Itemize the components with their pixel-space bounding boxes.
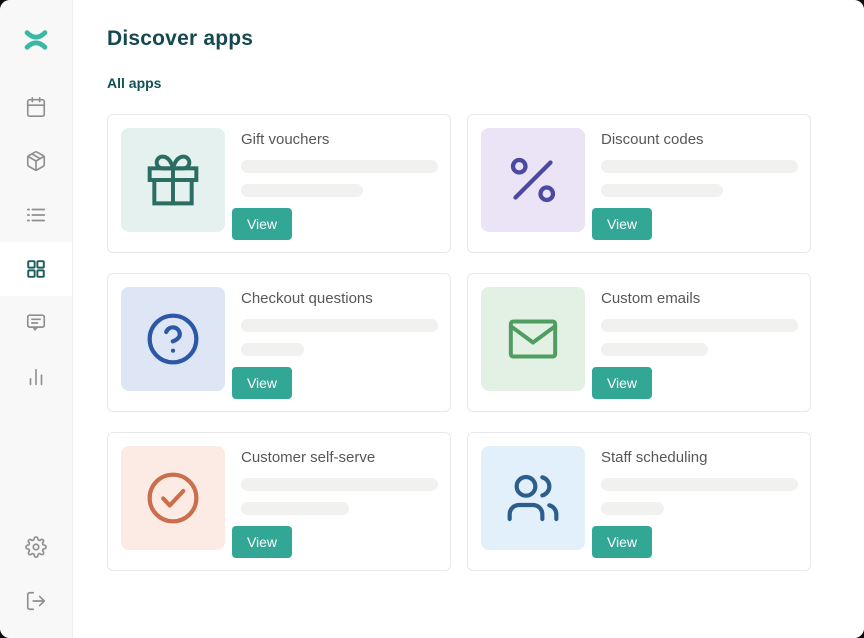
placeholder-bar (601, 478, 798, 491)
placeholder-bar (241, 319, 438, 332)
brand-x-logo-icon (21, 27, 51, 53)
apps-grid: Gift vouchers View Discount codes (107, 114, 864, 571)
logout-icon (25, 590, 47, 612)
app-card-title: Gift vouchers (232, 131, 438, 149)
question-circle-icon (145, 311, 201, 367)
app-card-title: Discount codes (592, 131, 798, 149)
app-icon-tile (481, 446, 585, 550)
check-circle-icon (145, 470, 201, 526)
view-button[interactable]: View (592, 208, 652, 240)
placeholder-bar (601, 160, 798, 173)
gear-icon (25, 536, 47, 558)
sidebar-item-calendar[interactable] (0, 80, 72, 134)
calendar-icon (25, 96, 47, 118)
sidebar (0, 0, 73, 638)
app-card-title: Custom emails (592, 290, 798, 308)
placeholder-bar (241, 343, 304, 356)
app-card-discount-codes: Discount codes View (467, 114, 811, 253)
placeholder-bar (241, 502, 349, 515)
page-title: Discover apps (107, 26, 864, 52)
app-card-title: Customer self-serve (232, 449, 438, 467)
app-card-staff-scheduling: Staff scheduling View (467, 432, 811, 571)
app-icon-tile (481, 128, 585, 232)
view-button[interactable]: View (592, 526, 652, 558)
sidebar-item-settings[interactable] (0, 520, 72, 574)
app-icon-tile (121, 446, 225, 550)
message-icon (25, 312, 47, 334)
placeholder-bar (601, 184, 723, 197)
placeholder-bar (601, 502, 664, 515)
view-button[interactable]: View (232, 208, 292, 240)
list-icon (25, 204, 47, 226)
mail-icon (505, 311, 561, 367)
users-icon (505, 470, 561, 526)
grid-icon (25, 258, 47, 280)
app-icon-tile (121, 128, 225, 232)
placeholder-bar (241, 478, 438, 491)
app-window: Discover apps All apps Gift vouchers Vie… (0, 0, 864, 638)
gift-icon (145, 152, 201, 208)
bar-chart-icon (25, 366, 47, 388)
app-card-gift-vouchers: Gift vouchers View (107, 114, 451, 253)
placeholder-bar (601, 319, 798, 332)
placeholder-bar (241, 184, 363, 197)
app-icon-tile (481, 287, 585, 391)
sidebar-item-messages[interactable] (0, 296, 72, 350)
view-button[interactable]: View (232, 526, 292, 558)
percent-icon (503, 150, 563, 210)
placeholder-bar (241, 160, 438, 173)
app-card-title: Checkout questions (232, 290, 438, 308)
app-card-customer-self-serve: Customer self-serve View (107, 432, 451, 571)
app-card-checkout-questions: Checkout questions View (107, 273, 451, 412)
placeholder-bar (601, 343, 708, 356)
view-button[interactable]: View (592, 367, 652, 399)
package-icon (25, 150, 47, 172)
sidebar-item-logout[interactable] (0, 574, 72, 628)
section-label-all-apps: All apps (107, 74, 864, 92)
sidebar-spacer (0, 404, 72, 520)
sidebar-item-apps[interactable] (0, 242, 72, 296)
app-icon-tile (121, 287, 225, 391)
app-card-custom-emails: Custom emails View (467, 273, 811, 412)
app-card-title: Staff scheduling (592, 449, 798, 467)
sidebar-item-products[interactable] (0, 134, 72, 188)
view-button[interactable]: View (232, 367, 292, 399)
sidebar-item-list[interactable] (0, 188, 72, 242)
main-content: Discover apps All apps Gift vouchers Vie… (73, 0, 864, 638)
sidebar-footer (0, 520, 72, 628)
sidebar-item-reports[interactable] (0, 350, 72, 404)
brand-logo[interactable] (0, 0, 72, 80)
